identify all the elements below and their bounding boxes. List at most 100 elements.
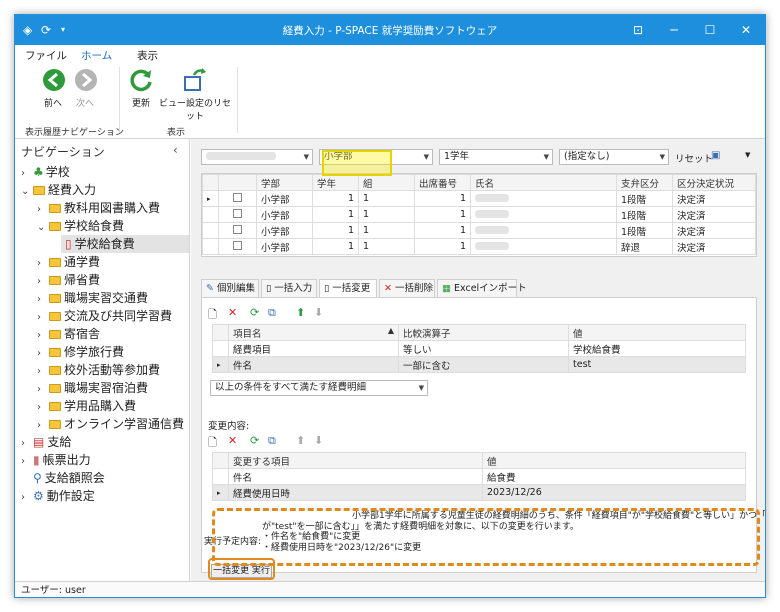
move-up-icon[interactable]: ⬆ [296, 434, 305, 447]
refresh-icon[interactable]: ⟳ [250, 306, 259, 319]
search-icon: ⚲ [33, 471, 42, 485]
nav-item-settings[interactable]: › ⚙ 動作設定 [21, 487, 95, 505]
nav-item-intern-travel[interactable]: › 職場実習交通費 [37, 289, 148, 307]
refresh-label: 更新 [131, 99, 150, 109]
nav-item-online[interactable]: › オンライン学習通信費 [37, 415, 184, 433]
highlight-tab-box [322, 150, 392, 176]
table-row[interactable]: ▸ 件名 一部に含む test [212, 356, 746, 373]
nav-item-dorm[interactable]: › 寄宿舎 [37, 325, 100, 343]
forward-label: 次へ [75, 99, 94, 109]
name-blurred [475, 242, 509, 250]
table-row[interactable]: 小学部 1 1 1 辞退 決定済 [202, 238, 756, 255]
edit-tabs: ✎ 個別編集 ▯ 一括入力 ▯ 一括変更 ✕ 一括削除 ▦ Excelインポート [201, 279, 757, 298]
nav-item-expense-input[interactable]: ⌄ 経費入力 [21, 181, 96, 199]
view-reset-icon [184, 68, 206, 91]
refresh-button[interactable]: 更新 [127, 67, 155, 109]
table-row[interactable]: 小学部 1 1 1 1段階 決定済 [202, 222, 756, 239]
folder-icon [33, 186, 45, 195]
name-blurred [475, 226, 509, 234]
row-pointer-icon: ▸ [212, 356, 229, 373]
folder-icon [49, 294, 61, 303]
move-up-icon[interactable]: ⬆ [296, 306, 305, 319]
table-row[interactable]: ▸ 経費使用日時 2023/12/26 [212, 484, 746, 501]
chevron-down-icon: ⌄ [37, 222, 46, 233]
folder-icon [49, 384, 61, 393]
chevron-right-icon: › [21, 456, 25, 467]
folder-icon [49, 258, 61, 267]
row-checkbox[interactable] [233, 240, 242, 250]
move-down-icon[interactable]: ⬇ [314, 306, 323, 319]
layout-icon[interactable]: ▣ [711, 150, 720, 161]
group-divider [119, 67, 120, 133]
table-row[interactable]: 小学部 1 1 1 1段階 決定済 [202, 206, 756, 223]
highlight-execute-box [208, 558, 275, 580]
class-select[interactable]: (指定なし) ▼ [559, 149, 669, 165]
row-checkbox[interactable] [233, 192, 242, 202]
app-window: ◈ ⟳ ▾ 経費入力 - P-SPACE 就学奨励費ソフトウェア ⊡ ─ ☐ ✕… [14, 14, 766, 598]
grade-select[interactable]: 1学年 ▼ [439, 149, 553, 165]
nav-item-lunch[interactable]: ⌄ 学校給食費 [37, 217, 124, 235]
minimize-button[interactable]: ─ [657, 19, 691, 41]
view-reset-button[interactable]: ビュー設定のリセット [159, 67, 231, 122]
sort-ascending-icon[interactable]: ▲ [388, 326, 394, 335]
nav-item-homecoming[interactable]: › 帰省費 [37, 271, 100, 289]
folder-icon [49, 276, 61, 285]
tab-individual-edit[interactable]: ✎ 個別編集 [201, 279, 259, 298]
delete-icon[interactable]: ✕ [228, 434, 237, 447]
tab-bulk-input[interactable]: ▯ 一括入力 [261, 279, 317, 298]
close-button[interactable]: ✕ [729, 19, 763, 41]
excel-icon: ▦ [442, 283, 451, 294]
nav-item-lunch-selected[interactable]: ▯ 学校給食費 [61, 235, 189, 253]
new-document-icon[interactable]: 🗋 [208, 434, 217, 453]
navigation-header: ナビゲーション [21, 145, 105, 159]
chevron-down-icon: ⌄ [21, 186, 30, 197]
folder-icon [49, 420, 61, 429]
nav-item-school[interactable]: › ♣ 学校 [21, 163, 70, 181]
row-checkbox[interactable] [233, 224, 242, 234]
tab-bulk-delete[interactable]: ✕ 一括削除 [379, 279, 435, 298]
nav-item-textbook[interactable]: › 教科用図書購入費 [37, 199, 160, 217]
reset-button[interactable]: リセット [675, 151, 713, 165]
tab-file[interactable]: ファイル [25, 48, 67, 63]
move-down-icon[interactable]: ⬇ [314, 434, 323, 447]
view-reset-icon[interactable]: ⧉ [268, 306, 276, 320]
chevron-down-icon: ▼ [423, 153, 429, 161]
school-select[interactable]: ▼ [201, 149, 313, 165]
refresh-icon[interactable]: ⟳ [250, 434, 259, 447]
conditions-grid: 項目名 ▲ 比較演算子値 経費項目 等しい 学校給食費 ▸ 件名 一部に含む test [212, 324, 746, 373]
forward-button[interactable]: 次へ [73, 67, 97, 109]
row-checkbox[interactable] [233, 208, 242, 218]
nav-item-report[interactable]: › ▮ 帳票出力 [21, 451, 91, 469]
highlight-plan-box [212, 508, 760, 566]
match-mode-select[interactable]: 以上の条件をすべて満たす経費明細 ▼ [210, 380, 428, 396]
chevron-right-icon: › [21, 492, 25, 503]
student-grid: 学部 学年 組 出席番号 氏名 支弁区分 区分決定状況 ▸ 小学部 1 1 1 1段階 決定… [201, 173, 757, 257]
collapse-icon[interactable]: ‹ [173, 143, 178, 157]
table-row[interactable]: ▸ 小学部 1 1 1 1段階 決定済 [202, 190, 756, 207]
layout-icon[interactable]: ⊡ [621, 19, 655, 41]
history-group-label: 表示履歴ナビゲーション [25, 128, 124, 138]
nav-item-exchange[interactable]: › 交流及び共同学習費 [37, 307, 172, 325]
nav-item-supplies[interactable]: › 学用品購入費 [37, 397, 136, 415]
delete-icon[interactable]: ✕ [228, 306, 237, 319]
tab-excel-import[interactable]: ▦ Excelインポート [437, 279, 527, 298]
nav-item-school-trip[interactable]: › 修学旅行費 [37, 343, 124, 361]
navigation-panel: ナビゲーション ‹ › ♣ 学校 ⌄ 経費入力 › 教科用図書購入費 ⌄ 学校給食費 ▯ 学… [15, 139, 190, 581]
nav-item-inquiry[interactable]: ⚲ 支給額照会 [33, 469, 105, 487]
table-row[interactable]: 件名 給食費 [212, 468, 746, 485]
nav-item-commute[interactable]: › 通学費 [37, 253, 100, 271]
report-icon: ▮ [33, 453, 40, 467]
ribbon-tabs: ファイル ホーム 表示 [15, 45, 765, 65]
table-row[interactable]: 経費項目 等しい 学校給食費 [212, 340, 746, 357]
tab-bulk-change[interactable]: ▯ 一括変更 [319, 279, 377, 298]
arrow-left-icon [43, 69, 65, 91]
new-document-icon[interactable]: 🗋 [208, 306, 217, 325]
nav-item-intern-lodging[interactable]: › 職場実習宿泊費 [37, 379, 148, 397]
tab-view[interactable]: 表示 [137, 48, 158, 63]
chevron-down-icon[interactable]: ▼ [745, 151, 750, 159]
nav-item-outside-activity[interactable]: › 校外活動等参加費 [37, 361, 160, 379]
nav-item-payment[interactable]: › ▤ 支給 [21, 433, 71, 451]
maximize-button[interactable]: ☐ [693, 19, 727, 41]
view-reset-icon[interactable]: ⧉ [268, 434, 276, 448]
back-button[interactable]: 前へ [41, 67, 65, 109]
